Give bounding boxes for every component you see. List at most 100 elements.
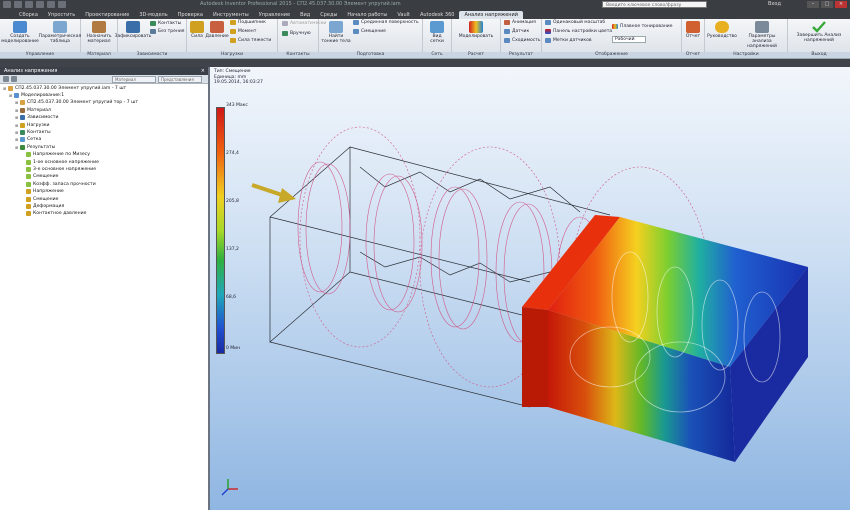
tree-node[interactable]: ⊞ Нагрузки [15, 122, 50, 128]
group-label[interactable]: Расчет [452, 52, 500, 58]
tab-7[interactable]: Вид [295, 11, 315, 19]
app-menu-icon[interactable] [3, 1, 11, 8]
group-label[interactable]: Контакты [278, 52, 318, 58]
close-button[interactable]: × [835, 1, 847, 8]
tree-node[interactable]: Напряжение [21, 189, 64, 195]
display-mode-select[interactable]: Рабочий [612, 36, 646, 43]
search-input[interactable]: Введите ключевое слово/фразу [602, 1, 707, 8]
tree-node[interactable]: ⊞ Моделирование:1 [9, 92, 64, 98]
probe-labels-button[interactable]: Метки датчиков [545, 38, 592, 43]
save-icon[interactable] [36, 1, 44, 8]
create-simulation-button[interactable]: Создать моделирование [1, 21, 39, 44]
tab-5[interactable]: Инструменты [208, 11, 254, 19]
filter-icon[interactable] [3, 76, 9, 82]
expand-icon[interactable]: ⊞ [15, 100, 19, 105]
expand-icon[interactable]: ⊞ [15, 108, 19, 113]
bearing-load-button[interactable]: Подшипник [230, 20, 266, 25]
analysis-settings-button[interactable]: Параметры анализа напряжений [739, 21, 785, 49]
login-link[interactable]: Вход [768, 1, 781, 7]
group-label[interactable]: Управление [0, 52, 80, 58]
tab-6[interactable]: Управление [254, 11, 295, 19]
tree-node[interactable]: Деформация [21, 203, 64, 209]
offset-button[interactable]: Смещение [353, 29, 386, 34]
maximize-button[interactable]: □ [821, 1, 833, 8]
contacts-button[interactable]: Контакты [150, 21, 181, 26]
mid-surface-button[interactable]: Срединная поверхность [353, 20, 419, 25]
guide-button[interactable]: Руководство [707, 21, 737, 39]
group-label[interactable]: Настройки [705, 52, 787, 58]
mesh-view-button[interactable]: Вид сетки [425, 21, 449, 44]
expand-icon[interactable]: ⊞ [9, 93, 13, 98]
redo-icon[interactable] [58, 1, 66, 8]
tab-0[interactable]: Сборка [14, 11, 43, 19]
tree-node[interactable]: ⊞ Зависимости [15, 115, 58, 121]
group-label[interactable]: Подготовка [319, 52, 422, 58]
probe-button[interactable]: Датчик [504, 29, 529, 34]
undo-icon[interactable] [47, 1, 55, 8]
expand-icon[interactable]: ⊞ [15, 130, 19, 135]
assign-material-button[interactable]: Назначить материал [83, 21, 115, 44]
tree-node[interactable]: ⊞ СП2.45.037.30.00 Элемент упругий.iam - … [3, 85, 126, 91]
pressure-button[interactable]: Давление [205, 21, 229, 39]
minimize-button[interactable]: – [807, 1, 819, 8]
simulate-button[interactable]: Моделировать [456, 21, 496, 39]
material-dropdown[interactable]: Материал [112, 76, 156, 83]
group-label[interactable]: Отображение [542, 52, 681, 58]
find-icon[interactable] [11, 76, 17, 82]
new-icon[interactable] [14, 1, 22, 8]
group-label[interactable]: Нагрузки [187, 52, 277, 58]
tab-3[interactable]: 3D-модель [134, 11, 172, 19]
manual-contacts-button[interactable]: Вручную [282, 31, 311, 36]
finish-analysis-button[interactable]: Завершить Анализ напряжений [792, 21, 846, 43]
tree-node[interactable]: Смещение [21, 196, 58, 202]
tab-1[interactable]: Упростить [43, 11, 80, 19]
tab-11[interactable]: Autodesk 360 [415, 11, 460, 19]
open-icon[interactable] [25, 1, 33, 8]
tab-4[interactable]: Проверка [173, 11, 208, 19]
tree-node[interactable]: 1-ое основное напряжение [21, 159, 99, 165]
group-label[interactable]: Материал [81, 52, 117, 58]
model-scene[interactable] [210, 67, 850, 510]
no-friction-button[interactable]: Без трения [150, 29, 185, 34]
smooth-shading-dropdown[interactable]: Плавное тонирование [612, 24, 672, 29]
group-label[interactable]: Зависимости [118, 52, 186, 58]
expand-icon[interactable]: ⊞ [15, 123, 19, 128]
group-label[interactable]: Результат [501, 52, 541, 58]
convergence-button[interactable]: Сходимость [504, 38, 541, 43]
tab-10[interactable]: Vault [392, 11, 415, 19]
expand-icon[interactable]: ⊞ [3, 86, 7, 91]
graphics-viewport[interactable]: Тип: Смещение Единица: mm 19.05.2014, 16… [210, 67, 850, 510]
group-label[interactable]: Выход [788, 52, 850, 58]
group-label[interactable]: Отчет [682, 52, 704, 58]
tab-2[interactable]: Проектирование [80, 11, 134, 19]
expand-icon[interactable]: ⊞ [15, 115, 19, 120]
tree-node[interactable]: ⊞ СП2.45.037.30.00 Элемент упругий тор - … [15, 100, 138, 106]
force-button[interactable]: Сила [189, 21, 205, 39]
group-label[interactable]: Сеть [423, 52, 451, 58]
tree-node[interactable]: ⊞ Сетка [15, 137, 41, 143]
tab-9[interactable]: Начало работы [342, 11, 392, 19]
expand-icon[interactable]: ⊞ [15, 137, 19, 142]
parametric-table-button[interactable]: Параметрическая таблица [39, 21, 81, 44]
panel-title[interactable]: Анализ напряжения [4, 68, 57, 74]
tree-node[interactable]: ⊞ Результаты [15, 144, 55, 150]
tree-node[interactable]: Контактное давление [21, 211, 86, 217]
tree-node[interactable]: Смещение [21, 174, 58, 180]
report-button[interactable]: Отчет [684, 21, 702, 39]
same-scale-button[interactable]: Одинаковый масштаб [545, 20, 605, 25]
animation-button[interactable]: Анимация [504, 20, 536, 25]
tree-node[interactable]: Коэфф. запаса прочности [21, 181, 96, 187]
panel-close-button[interactable]: × [201, 67, 205, 75]
fixed-constraint-button[interactable]: Зафиксировать [115, 21, 151, 39]
tree-node[interactable]: ⊞ Материал [15, 107, 51, 113]
tab-8[interactable]: Среды [315, 11, 342, 19]
gravity-button[interactable]: Сила тяжести [230, 38, 271, 43]
color-bar-button[interactable]: Панель настройки цвета [545, 29, 612, 34]
find-thin-bodies-button[interactable]: Найти тонкие тела [321, 21, 351, 44]
expand-icon[interactable]: ⊞ [15, 145, 19, 150]
tree-node[interactable]: ⊞ Контакты [15, 129, 51, 135]
tree-node[interactable]: 3-е основное напряжение [21, 166, 96, 172]
view-rep-dropdown[interactable]: Представления [158, 76, 202, 83]
tree-node[interactable]: Напряжение по Мизесу [21, 152, 90, 158]
moment-button[interactable]: Момент [230, 29, 256, 34]
